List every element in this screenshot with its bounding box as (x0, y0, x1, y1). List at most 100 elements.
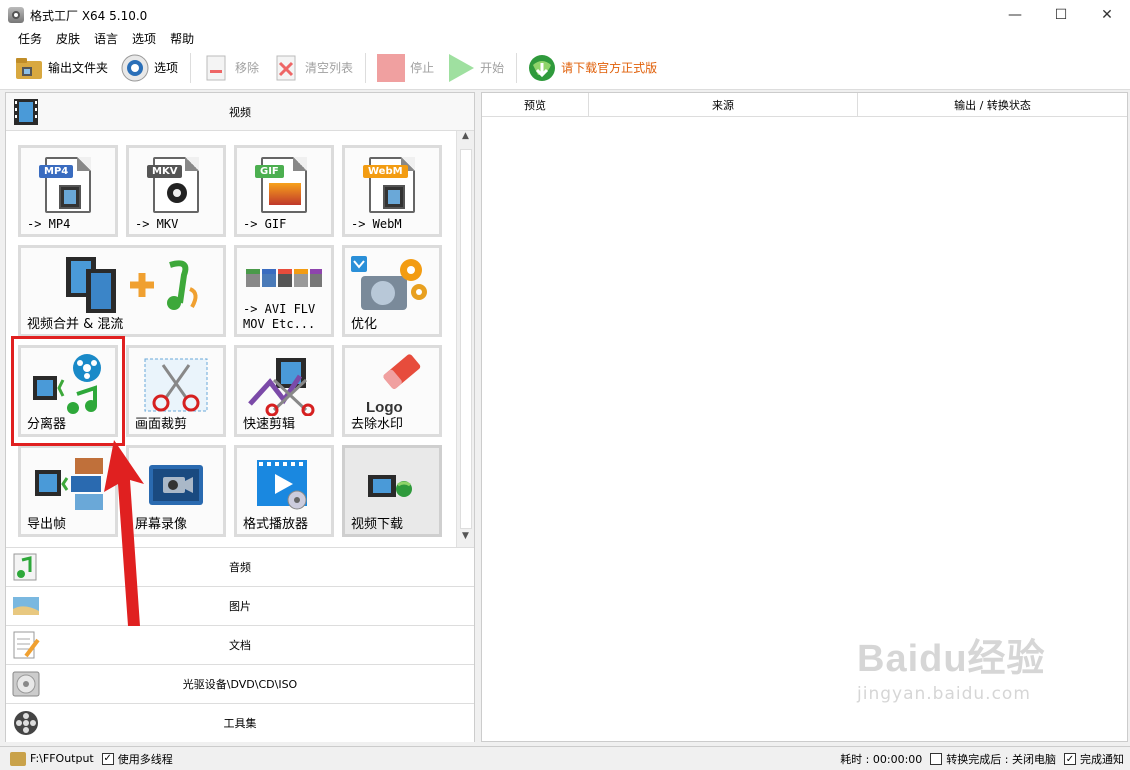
category-image[interactable]: 图片 (6, 586, 474, 625)
optimize-gears-icon (345, 252, 439, 318)
category-list: 音频 图片 文档 光驱设备\DVD\CD\ISO 工具集 (6, 547, 474, 742)
scroll-up-arrow-icon[interactable]: ▲ (457, 131, 474, 147)
clear-list-label: 清空列表 (305, 61, 354, 75)
video-function-grid: MP4 -> MP4 MKV -> MKV GIF -> GIF WebM ->… (18, 145, 442, 537)
notify-label: 完成通知 (1080, 753, 1124, 766)
minimize-button[interactable]: — (992, 0, 1038, 30)
category-tools[interactable]: 工具集 (6, 703, 474, 742)
tile-to-gif[interactable]: GIF -> GIF (234, 145, 334, 237)
tile-quick-cut[interactable]: 快速剪辑 (234, 345, 334, 437)
tile-video-download-label: 视频下载 (351, 517, 404, 532)
notify-checkbox[interactable]: ✓ (1064, 753, 1076, 765)
tile-to-gif-label: -> GIF (243, 217, 287, 231)
baidu-watermark: Baidu经验 jingyan.baidu.com (857, 627, 1097, 727)
clear-list-button[interactable]: 清空列表 (271, 50, 353, 86)
tile-to-webm[interactable]: WebM -> WebM (342, 145, 442, 237)
elapsed-time: 耗时 : 00:00:00 (840, 753, 923, 766)
category-document[interactable]: 文档 (6, 625, 474, 664)
output-folder-icon[interactable] (10, 751, 26, 766)
image-landscape-icon (12, 591, 40, 621)
tile-export-frames[interactable]: 导出帧 (18, 445, 118, 537)
app-icon (8, 7, 24, 23)
tile-to-avi-flv-mov[interactable]: -> AVI FLV MOV Etc... (234, 245, 334, 337)
optical-drive-icon (12, 669, 40, 699)
col-preview[interactable]: 预览 (482, 93, 589, 116)
folder-icon (14, 53, 44, 83)
menu-task[interactable]: 任务 (18, 30, 42, 47)
remove-button[interactable]: 移除 (201, 50, 259, 86)
video-functions-area: MP4 -> MP4 MKV -> MKV GIF -> GIF WebM ->… (6, 131, 474, 547)
close-button[interactable]: ✕ (1084, 0, 1130, 30)
stop-button[interactable]: 停止 (376, 50, 434, 86)
function-panel: 视频 MP4 -> MP4 MKV -> MKV GIF -> GIF WebM… (5, 92, 475, 742)
tile-to-avi-flv-mov-label: -> AVI FLV MOV Etc... (243, 302, 316, 331)
gif-file-icon: GIF (255, 157, 307, 213)
mkv-file-icon: MKV (147, 157, 199, 213)
after-convert-checkbox[interactable] (930, 753, 943, 765)
tile-to-mkv-label: -> MKV (135, 217, 179, 231)
menu-help[interactable]: 帮助 (170, 30, 194, 47)
col-output-status[interactable]: 输出 / 转换状态 (858, 93, 1127, 116)
menu-language[interactable]: 语言 (94, 30, 118, 47)
tile-to-mkv[interactable]: MKV -> MKV (126, 145, 226, 237)
gif-badge: GIF (255, 165, 284, 178)
video-scrollbar[interactable]: ▲ ▼ (456, 131, 474, 547)
tile-quick-cut-label: 快速剪辑 (243, 417, 296, 432)
menu-options[interactable]: 选项 (132, 30, 156, 47)
output-folder-label: 输出文件夹 (48, 61, 109, 75)
mp4-badge: MP4 (39, 165, 74, 178)
mkv-badge: MKV (147, 165, 183, 178)
tile-splitter[interactable]: 分离器 (18, 345, 118, 437)
toolbar-separator (190, 52, 192, 83)
play-icon (446, 53, 476, 83)
output-path[interactable]: F:\FFOutput (30, 752, 94, 765)
multithread-checkbox[interactable]: ✓ (101, 752, 114, 765)
tile-format-player[interactable]: 格式播放器 (234, 445, 334, 537)
download-official-link[interactable]: 请下载官方正式版 (527, 50, 657, 86)
scroll-thumb[interactable] (460, 149, 472, 529)
tile-export-frames-label: 导出帧 (27, 517, 67, 532)
watermark-line2: jingyan.baidu.com (857, 684, 1031, 704)
tile-video-download[interactable]: 视频下载 (342, 445, 442, 537)
options-button[interactable]: 选项 (120, 50, 178, 86)
category-audio-label: 音频 (229, 561, 251, 574)
tile-optimize-label: 优化 (351, 317, 378, 332)
category-optical[interactable]: 光驱设备\DVD\CD\ISO (6, 664, 474, 703)
export-frames-icon (21, 452, 115, 518)
task-list-panel: 预览 来源 输出 / 转换状态 Baidu经验 jingyan.baidu.co… (481, 92, 1128, 742)
tile-video-merge[interactable]: 视频合并 & 混流 (18, 245, 226, 337)
category-tools-label: 工具集 (223, 717, 257, 730)
scroll-down-arrow-icon[interactable]: ▼ (457, 531, 474, 547)
video-film-icon (12, 97, 40, 127)
tile-screen-record-label: 屏幕录像 (135, 517, 188, 532)
col-source[interactable]: 来源 (589, 93, 858, 116)
tile-video-merge-label: 视频合并 & 混流 (27, 317, 124, 332)
tile-crop-label: 画面裁剪 (135, 417, 188, 432)
after-convert-label: 转换完成后 : 关闭电脑 (946, 753, 1056, 766)
start-button[interactable]: 开始 (446, 50, 504, 86)
window-title: 格式工厂 X64 5.10.0 (30, 8, 148, 23)
tile-remove-watermark[interactable]: Logo 去除水印 (342, 345, 442, 437)
tile-to-mp4[interactable]: MP4 -> MP4 (18, 145, 118, 237)
menu-skin[interactable]: 皮肤 (56, 30, 80, 47)
toolbar-separator (516, 52, 518, 83)
title-bar: 格式工厂 X64 5.10.0 — ☐ ✕ (0, 0, 1130, 30)
tile-crop[interactable]: 画面裁剪 (126, 345, 226, 437)
splitter-film-reel-note-icon (21, 352, 115, 418)
tile-optimize[interactable]: 优化 (342, 245, 442, 337)
tile-screen-record[interactable]: 屏幕录像 (126, 445, 226, 537)
maximize-button[interactable]: ☐ (1038, 0, 1084, 30)
options-label: 选项 (154, 61, 179, 75)
tile-to-mp4-label: -> MP4 (27, 217, 71, 231)
category-video[interactable]: 视频 (6, 93, 474, 131)
logo-text: Logo (366, 399, 403, 416)
screen-record-camera-icon (129, 452, 223, 518)
category-image-label: 图片 (229, 600, 251, 613)
task-table-header: 预览 来源 输出 / 转换状态 (482, 93, 1127, 117)
output-folder-button[interactable]: 输出文件夹 (14, 50, 108, 86)
tools-reel-icon (12, 708, 40, 738)
merge-film-music-icon (21, 252, 223, 318)
watermark-line1: Baidu经验 (857, 638, 1046, 680)
video-download-globe-icon (345, 452, 439, 518)
category-audio[interactable]: 音频 (6, 547, 474, 586)
